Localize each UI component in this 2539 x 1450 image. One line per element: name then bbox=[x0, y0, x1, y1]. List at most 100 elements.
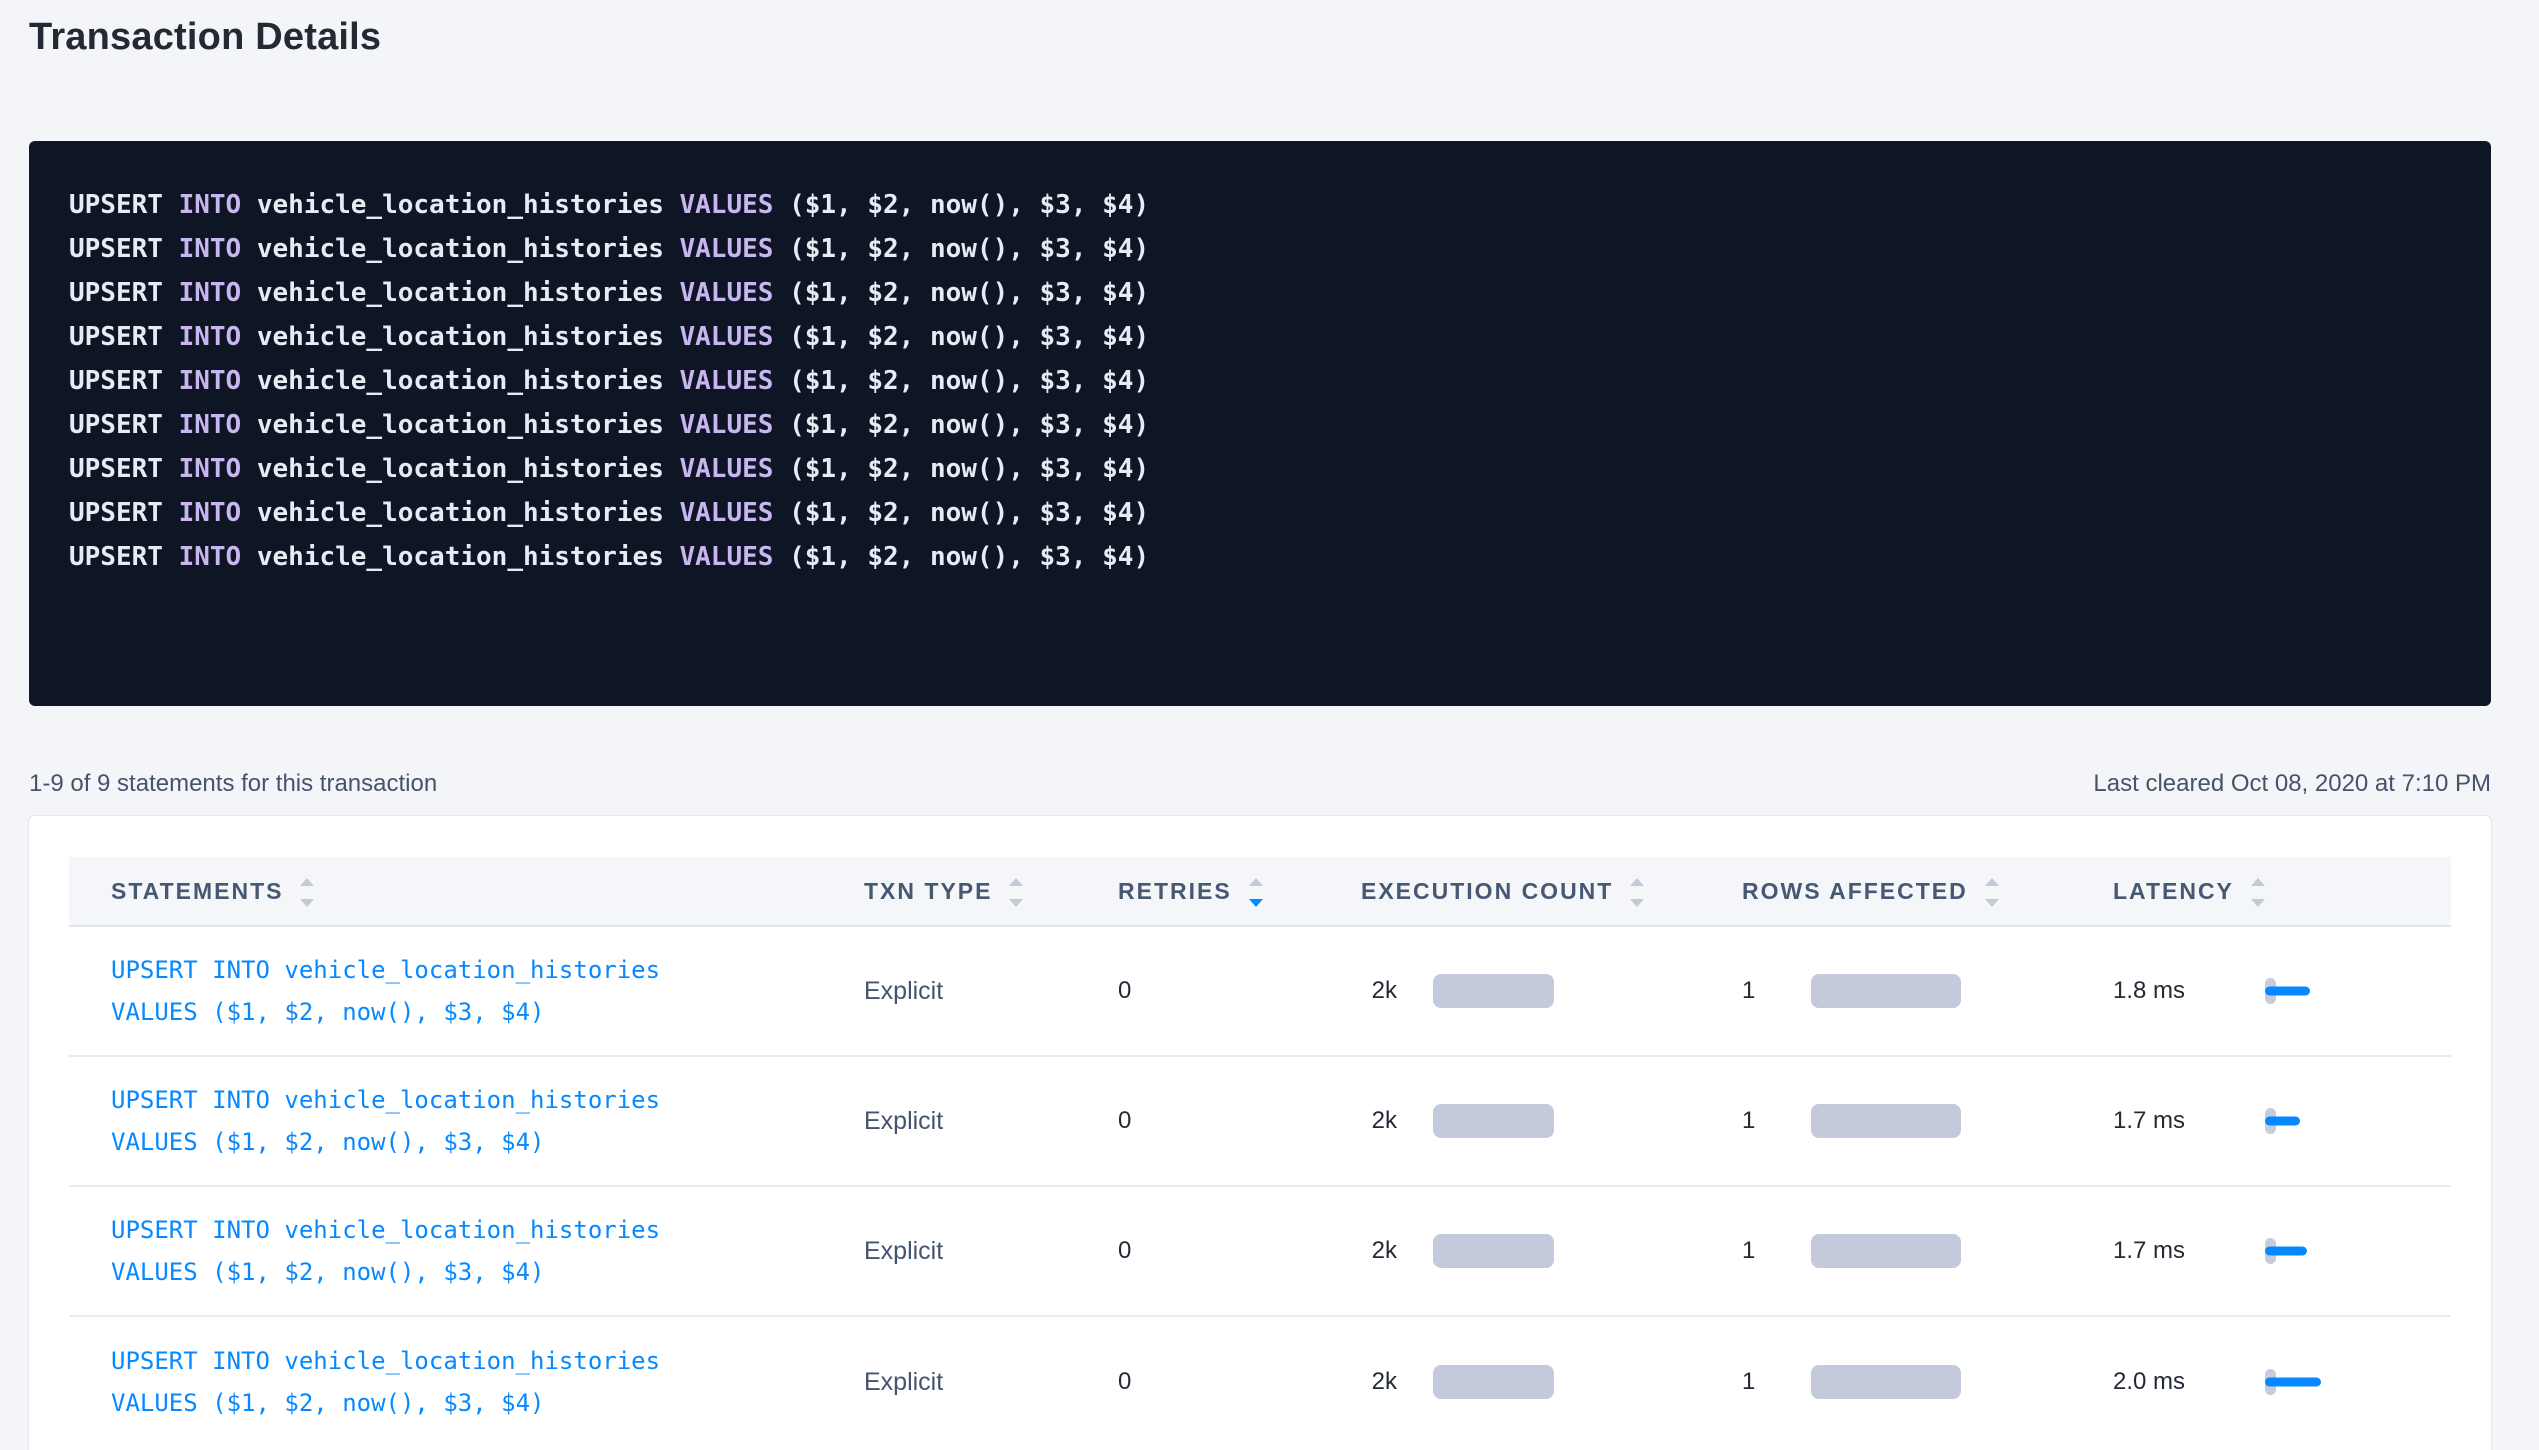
sql-text: UPSERT bbox=[69, 498, 179, 528]
rows-affected-cell: 1 bbox=[1742, 1057, 2113, 1185]
statement-line2: VALUES ($1, $2, now(), $3, $4) bbox=[111, 1258, 544, 1286]
statement-link[interactable]: UPSERT INTO vehicle_location_historiesVA… bbox=[111, 1209, 660, 1293]
sql-text: vehicle_location_histories bbox=[257, 322, 680, 352]
sql-text: ($1, $2, now(), $3, $4) bbox=[789, 410, 1149, 440]
sql-statement-line: UPSERT INTO vehicle_location_histories V… bbox=[69, 227, 2451, 271]
sql-text: ($1, $2, now(), $3, $4) bbox=[789, 234, 1149, 264]
rows-affected-cell: 1 bbox=[1742, 1317, 2113, 1447]
retries-cell: 0 bbox=[1118, 1187, 1361, 1315]
execution-count-bar bbox=[1433, 1365, 1554, 1399]
statement-line2: VALUES ($1, $2, now(), $3, $4) bbox=[111, 998, 544, 1026]
txn-type-cell: Explicit bbox=[864, 1317, 1118, 1447]
txn-type-cell: Explicit bbox=[864, 1187, 1118, 1315]
statement-line1: UPSERT INTO vehicle_location_histories bbox=[111, 1347, 660, 1375]
statement-link[interactable]: UPSERT INTO vehicle_location_historiesVA… bbox=[111, 1340, 660, 1424]
execution-count-cell: 2k bbox=[1361, 927, 1742, 1055]
sort-ascending-icon[interactable] bbox=[1009, 878, 1023, 886]
column-header-label: RETRIES bbox=[1118, 878, 1232, 905]
sql-keyword: VALUES bbox=[680, 190, 790, 220]
retries-value: 0 bbox=[1118, 1107, 1131, 1135]
statement-line1: UPSERT INTO vehicle_location_histories bbox=[111, 956, 660, 984]
rows-affected-cell: 1 bbox=[1742, 1187, 2113, 1315]
sort-arrows[interactable] bbox=[1249, 878, 1263, 907]
latency-cell: 2.0 ms bbox=[2113, 1317, 2451, 1447]
statement-link[interactable]: UPSERT INTO vehicle_location_histories VA… bbox=[111, 949, 660, 1033]
table-row: UPSERT INTO vehicle_location_historiesVA… bbox=[69, 1057, 2451, 1187]
sql-text: ($1, $2, now(), $3, $4) bbox=[789, 366, 1149, 396]
sql-statement-line: UPSERT INTO vehicle_location_histories V… bbox=[69, 359, 2451, 403]
sql-text: UPSERT bbox=[69, 234, 179, 264]
sql-text: vehicle_location_histories bbox=[257, 278, 680, 308]
sql-text: ($1, $2, now(), $3, $4) bbox=[789, 454, 1149, 484]
sql-keyword: VALUES bbox=[680, 410, 790, 440]
sql-keyword: INTO bbox=[179, 278, 257, 308]
sort-descending-icon[interactable] bbox=[1009, 899, 1023, 907]
table-row: UPSERT INTO vehicle_location_histories VA… bbox=[69, 927, 2451, 1057]
sort-descending-icon[interactable] bbox=[1630, 899, 1644, 907]
txn-type-value: Explicit bbox=[864, 1237, 943, 1266]
execution-count-value: 2k bbox=[1361, 977, 1397, 1005]
sql-text: vehicle_location_histories bbox=[257, 454, 680, 484]
column-header-statements[interactable]: STATEMENTS bbox=[69, 857, 864, 925]
execution-count-bar bbox=[1433, 1234, 1554, 1268]
statements-table-card: STATEMENTS TXN TYPERETRIES EXECUTION COUNT… bbox=[29, 816, 2491, 1450]
latency-value: 1.7 ms bbox=[2113, 1237, 2183, 1265]
latency-bar-chart bbox=[2265, 1364, 2335, 1400]
retries-value: 0 bbox=[1118, 1368, 1131, 1396]
column-header-rows-affected[interactable]: ROWS AFFECTED bbox=[1742, 857, 2113, 925]
sql-text: UPSERT bbox=[69, 366, 179, 396]
latency-value: 2.0 ms bbox=[2113, 1368, 2183, 1396]
rows-affected-value: 1 bbox=[1742, 1107, 1753, 1135]
sort-descending-icon[interactable] bbox=[300, 899, 314, 907]
sort-ascending-icon[interactable] bbox=[300, 878, 314, 886]
sql-text: ($1, $2, now(), $3, $4) bbox=[789, 322, 1149, 352]
sort-arrows[interactable] bbox=[300, 878, 314, 907]
statement-link[interactable]: UPSERT INTO vehicle_location_historiesVA… bbox=[111, 1079, 660, 1163]
sql-text: UPSERT bbox=[69, 454, 179, 484]
latency-bar-chart bbox=[2265, 973, 2335, 1009]
sort-descending-icon[interactable] bbox=[1985, 899, 1999, 907]
sort-ascending-icon[interactable] bbox=[1985, 878, 1999, 886]
sql-keyword: VALUES bbox=[680, 278, 790, 308]
sort-arrows[interactable] bbox=[1630, 878, 1644, 907]
column-header-retries[interactable]: RETRIES bbox=[1118, 857, 1361, 925]
sort-ascending-icon[interactable] bbox=[1249, 878, 1263, 886]
column-header-txn-type[interactable]: TXN TYPE bbox=[864, 857, 1118, 925]
sort-ascending-icon[interactable] bbox=[1630, 878, 1644, 886]
column-header-label: EXECUTION COUNT bbox=[1361, 878, 1613, 905]
sql-keyword: VALUES bbox=[680, 498, 790, 528]
sql-text: UPSERT bbox=[69, 322, 179, 352]
sql-text: ($1, $2, now(), $3, $4) bbox=[789, 278, 1149, 308]
column-header-label: STATEMENTS bbox=[111, 878, 283, 905]
table-row: UPSERT INTO vehicle_location_historiesVA… bbox=[69, 1317, 2451, 1447]
sql-statement-line: UPSERT INTO vehicle_location_histories V… bbox=[69, 491, 2451, 535]
execution-count-value: 2k bbox=[1361, 1368, 1397, 1396]
sql-keyword: INTO bbox=[179, 498, 257, 528]
latency-cell: 1.8 ms bbox=[2113, 927, 2451, 1055]
sort-descending-icon[interactable] bbox=[1249, 899, 1263, 907]
rows-affected-value: 1 bbox=[1742, 1368, 1753, 1396]
latency-bar bbox=[2265, 1117, 2300, 1126]
sort-ascending-icon[interactable] bbox=[2251, 878, 2265, 886]
sql-statement-line: UPSERT INTO vehicle_location_histories V… bbox=[69, 447, 2451, 491]
rows-affected-bar bbox=[1811, 1365, 1961, 1399]
sql-text: vehicle_location_histories bbox=[257, 234, 680, 264]
retries-cell: 0 bbox=[1118, 927, 1361, 1055]
latency-bar bbox=[2265, 987, 2310, 996]
sort-arrows[interactable] bbox=[2251, 878, 2265, 907]
sort-arrows[interactable] bbox=[1985, 878, 1999, 907]
rows-affected-bar bbox=[1811, 974, 1961, 1008]
column-header-execution-count[interactable]: EXECUTION COUNT bbox=[1361, 857, 1742, 925]
sql-text: ($1, $2, now(), $3, $4) bbox=[789, 190, 1149, 220]
sql-keyword: INTO bbox=[179, 190, 257, 220]
sql-statement-line: UPSERT INTO vehicle_location_histories V… bbox=[69, 183, 2451, 227]
sql-text: vehicle_location_histories bbox=[257, 542, 680, 572]
statements-table: STATEMENTS TXN TYPERETRIES EXECUTION COUNT… bbox=[69, 857, 2451, 1447]
column-header-label: ROWS AFFECTED bbox=[1742, 878, 1968, 905]
column-header-latency[interactable]: LATENCY bbox=[2113, 857, 2451, 925]
sort-arrows[interactable] bbox=[1009, 878, 1023, 907]
sort-descending-icon[interactable] bbox=[2251, 899, 2265, 907]
rows-affected-cell: 1 bbox=[1742, 927, 2113, 1055]
sql-keyword: INTO bbox=[179, 410, 257, 440]
latency-cell: 1.7 ms bbox=[2113, 1057, 2451, 1185]
